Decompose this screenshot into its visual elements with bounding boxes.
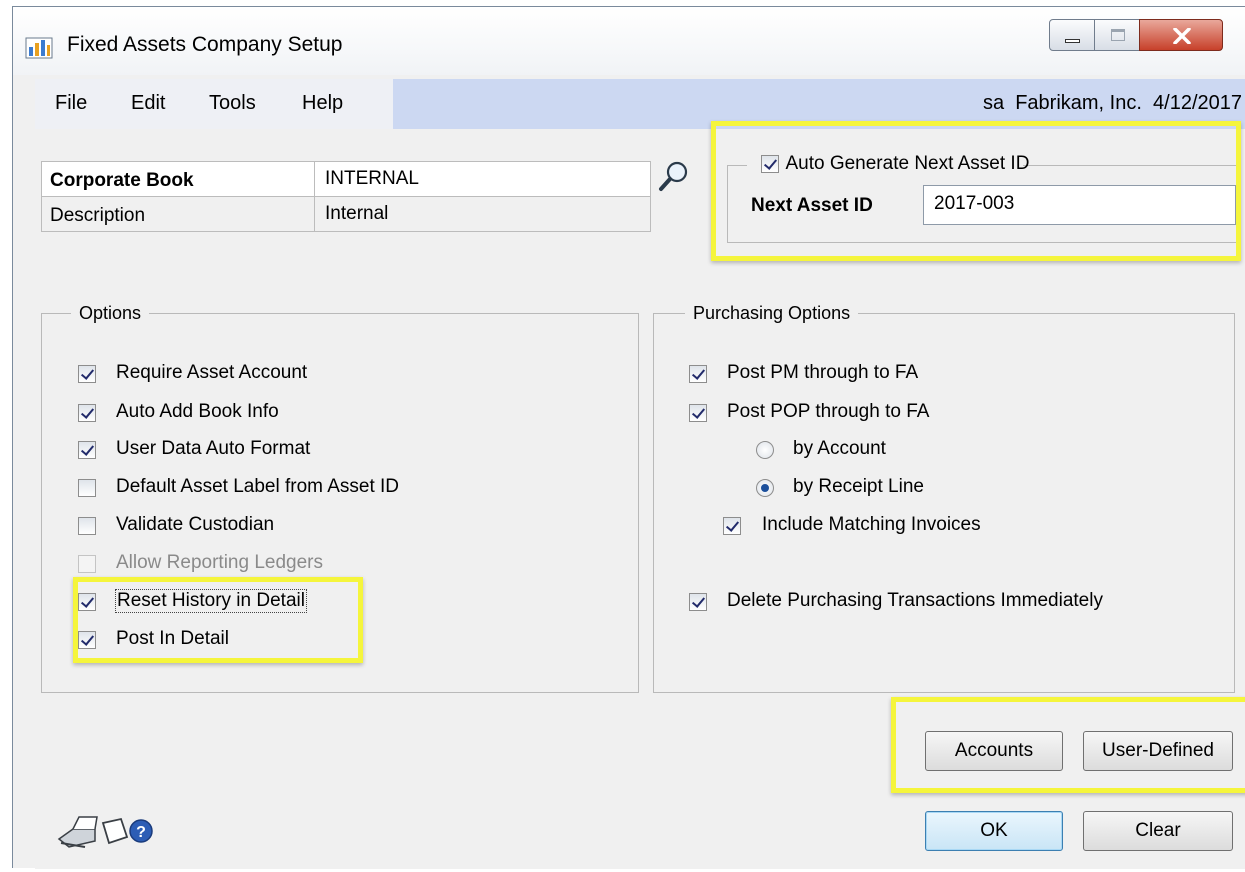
default-asset-label-label: Default Asset Label from Asset ID [116, 476, 400, 497]
bottom-toolbar-icons: ? [57, 816, 153, 848]
window-title: Fixed Assets Company Setup [67, 33, 343, 56]
include-matching-invoices-label: Include Matching Invoices [762, 514, 981, 535]
post-pop-checkbox[interactable] [689, 404, 707, 422]
auto-add-book-info-checkbox[interactable] [78, 404, 96, 422]
require-asset-account-checkbox[interactable] [78, 365, 96, 383]
menu-file[interactable]: File [55, 92, 87, 115]
post-pm-label: Post PM through to FA [727, 362, 919, 383]
validate-custodian-checkbox[interactable] [78, 517, 96, 535]
minimize-icon [1065, 39, 1080, 43]
default-asset-label-checkbox[interactable] [78, 479, 96, 497]
allow-reporting-ledgers-label: Allow Reporting Ledgers [116, 552, 324, 573]
delete-purchasing-checkbox[interactable] [689, 593, 707, 611]
maximize-button[interactable] [1094, 19, 1140, 51]
corporate-book-label-cell: Corporate Book [41, 161, 315, 197]
corporate-book-label: Corporate Book [50, 170, 194, 191]
note-icon[interactable] [101, 817, 129, 845]
include-matching-invoices-checkbox[interactable] [723, 517, 741, 535]
menu-items: File Edit Tools Help [35, 79, 393, 129]
close-icon [1173, 28, 1191, 44]
allow-reporting-ledgers-checkbox [78, 555, 96, 573]
maximize-icon [1111, 29, 1125, 41]
ok-button[interactable]: OK [925, 811, 1063, 851]
menu-help[interactable]: Help [302, 92, 343, 115]
menu-edit[interactable]: Edit [131, 92, 165, 115]
user-data-auto-format-label: User Data Auto Format [116, 438, 311, 459]
printer-icon[interactable] [57, 816, 98, 848]
svg-text:?: ? [136, 824, 146, 841]
by-receipt-line-label: by Receipt Line [793, 476, 924, 497]
corporate-book-value: INTERNAL [325, 168, 419, 189]
description-field: Internal [314, 196, 651, 232]
description-label-cell: Description [41, 196, 315, 232]
post-pop-label: Post POP through to FA [727, 401, 930, 422]
description-value: Internal [325, 203, 389, 224]
delete-purchasing-label: Delete Purchasing Transactions Immediate… [727, 590, 1103, 611]
purchasing-options-title: Purchasing Options [685, 303, 859, 324]
auto-add-book-info-label: Auto Add Book Info [116, 401, 279, 422]
close-button[interactable] [1139, 19, 1223, 51]
require-asset-account-label: Require Asset Account [116, 362, 308, 383]
highlight-reset-post-detail [73, 577, 363, 663]
lookup-magnifier-icon[interactable] [656, 159, 692, 195]
window: Fixed Assets Company Setup File Edit Too… [12, 6, 1245, 869]
description-label: Description [50, 205, 146, 226]
by-account-radio[interactable] [756, 441, 774, 459]
user-company-date: sa Fabrikam, Inc. 4/12/2017 [982, 92, 1242, 114]
window-app-icon [25, 37, 53, 59]
validate-custodian-label: Validate Custodian [116, 514, 275, 535]
highlight-next-asset-id [711, 121, 1241, 261]
title-bar: Fixed Assets Company Setup [13, 7, 1245, 75]
corporate-book-field[interactable]: INTERNAL [314, 161, 651, 197]
clear-button[interactable]: Clear [1083, 811, 1233, 851]
minimize-button[interactable] [1049, 19, 1095, 51]
user-data-auto-format-checkbox[interactable] [78, 441, 96, 459]
post-pm-checkbox[interactable] [689, 365, 707, 383]
options-title: Options [71, 303, 150, 324]
by-account-label: by Account [793, 438, 886, 459]
highlight-accounts-buttons [891, 697, 1245, 793]
by-receipt-line-radio[interactable] [756, 479, 774, 497]
menu-tools[interactable]: Tools [209, 92, 256, 115]
help-icon[interactable]: ? [129, 819, 153, 843]
